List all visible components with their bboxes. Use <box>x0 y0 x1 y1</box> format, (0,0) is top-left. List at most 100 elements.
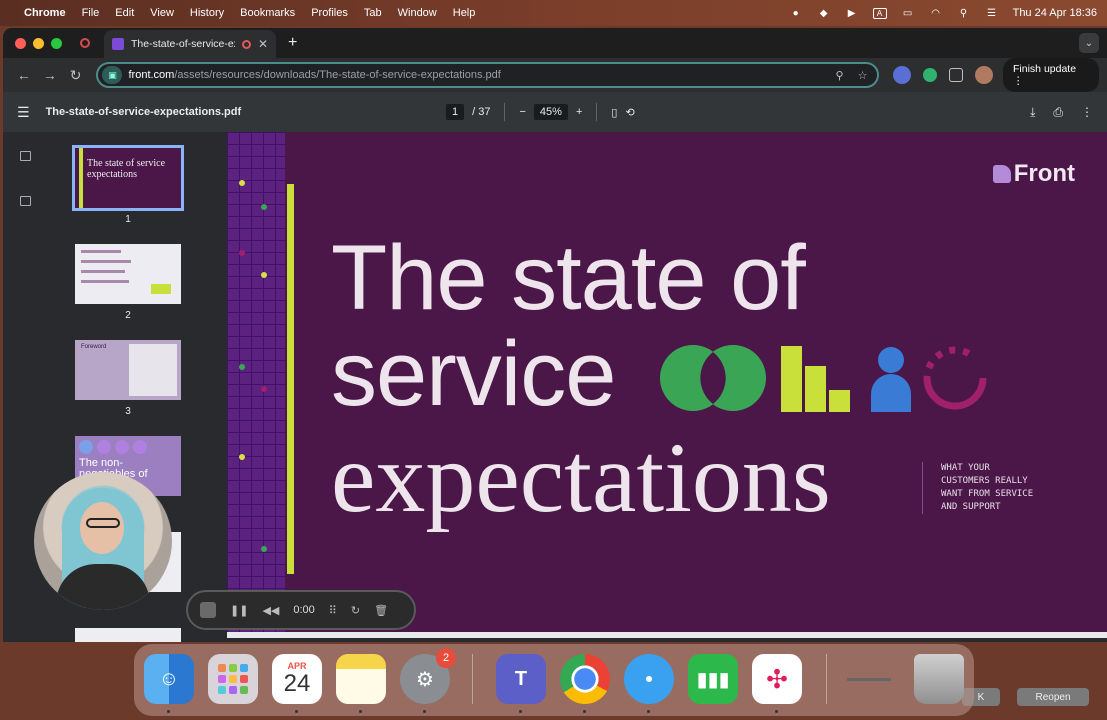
calendar-icon[interactable]: APR 24 <box>272 654 322 704</box>
safari-icon[interactable] <box>624 654 674 704</box>
finish-update-button[interactable]: Finish update ⋮ <box>1003 58 1099 92</box>
trash-icon[interactable] <box>914 654 964 704</box>
back-button[interactable]: ← <box>11 67 37 83</box>
tab-pdf[interactable]: The-state-of-service-exp ✕ <box>104 30 276 58</box>
menu-profiles[interactable]: Profiles <box>311 7 348 19</box>
dock-running-indicator <box>295 710 298 713</box>
download-icon[interactable]: ⤓ <box>1030 105 1035 120</box>
grammarly-extension-icon[interactable] <box>923 68 938 82</box>
wifi-icon[interactable]: ◠ <box>929 8 943 19</box>
bar-shape <box>829 390 850 412</box>
forward-button[interactable]: → <box>37 67 63 83</box>
input-source-icon[interactable]: A <box>872 7 887 19</box>
reopen-button[interactable]: Reopen <box>1017 688 1089 706</box>
menu-tab[interactable]: Tab <box>364 7 382 19</box>
rewind-icon[interactable]: ◀◀ <box>262 604 279 617</box>
control-center-icon[interactable]: ☰ <box>985 8 999 19</box>
numbers-icon[interactable]: ▮▮▮ <box>688 654 738 704</box>
address-bar[interactable]: ▣ front.com/assets/resources/downloads/T… <box>96 62 880 88</box>
teams-icon[interactable]: T <box>496 654 546 704</box>
menu-bookmarks[interactable]: Bookmarks <box>240 7 295 19</box>
window-controls <box>15 37 62 49</box>
bar-shape <box>805 366 826 412</box>
tagline-line: WANT FROM SERVICE <box>941 489 1034 499</box>
page-number-input[interactable]: 1 <box>446 104 465 120</box>
webcam-overlay[interactable] <box>34 472 172 610</box>
extension-icon[interactable] <box>893 66 912 84</box>
delete-icon[interactable]: 🗑 <box>374 604 388 617</box>
close-tab-icon[interactable]: ✕ <box>258 37 268 51</box>
menu-help[interactable]: Help <box>453 7 476 19</box>
spotlight-search-icon[interactable]: ⚲ <box>957 8 971 19</box>
webcam-glasses <box>86 518 120 528</box>
extensions-puzzle-icon[interactable] <box>949 68 964 82</box>
drag-handle-icon[interactable]: ⠿ <box>329 604 337 617</box>
thumbnail-page-3[interactable]: Foreword 3 <box>75 340 181 417</box>
horizontal-scrollbar[interactable] <box>227 632 1107 638</box>
toolbar-divider <box>504 103 506 121</box>
menu-app-chrome[interactable]: Chrome <box>24 7 66 19</box>
zoom-window-button[interactable] <box>51 37 62 49</box>
zoom-level-input[interactable]: 45% <box>533 104 568 120</box>
menu-hamburger-icon[interactable]: ☰ <box>17 104 30 121</box>
fit-page-icon[interactable]: ▯ <box>611 106 617 119</box>
reload-button[interactable]: ↻ <box>63 67 89 84</box>
thumbnail-page-2[interactable]: 2 <box>75 244 181 321</box>
new-tab-button[interactable]: + <box>288 34 297 52</box>
thumbnail-page-1[interactable]: The state of service expectations 1 <box>72 145 184 225</box>
zoom-in-button[interactable]: + <box>576 106 582 118</box>
url-host: front.com <box>128 69 175 81</box>
system-settings-icon[interactable]: ⚙ 2 <box>400 648 456 704</box>
play-circle-icon[interactable]: ▶ <box>845 8 859 19</box>
zoom-out-button[interactable]: − <box>519 106 525 118</box>
tagline-line: WHAT YOUR <box>941 463 990 473</box>
chrome-icon[interactable] <box>560 654 610 704</box>
slide-title-line-3: expectations <box>331 422 831 533</box>
thumbnails-view-icon[interactable] <box>20 151 31 161</box>
more-options-icon[interactable]: ⋮ <box>1081 105 1093 120</box>
profile-avatar[interactable] <box>975 66 994 84</box>
battery-icon[interactable]: ▭ <box>901 8 915 19</box>
launchpad-icon[interactable] <box>208 654 258 704</box>
slide-dot <box>239 180 245 186</box>
thumbnail-number: 2 <box>125 310 131 321</box>
minimize-window-button[interactable] <box>33 37 44 49</box>
stop-recording-button[interactable] <box>200 602 216 618</box>
front-logo-text: Front <box>1013 160 1075 187</box>
page-total: / 37 <box>472 106 491 118</box>
thumbnail-number: 3 <box>125 406 131 417</box>
bookmark-star-icon[interactable]: ☆ <box>858 69 868 82</box>
menu-clock[interactable]: Thu 24 Apr 18:36 <box>1013 7 1097 19</box>
slide-dot <box>261 386 267 392</box>
finder-icon[interactable]: ☺ <box>144 654 194 704</box>
menu-history[interactable]: History <box>190 7 224 19</box>
zoom-search-icon[interactable]: ⚲ <box>836 69 844 82</box>
menu-window[interactable]: Window <box>398 7 437 19</box>
site-info-icon[interactable]: ▣ <box>102 66 123 84</box>
tab-search-button[interactable]: ⌄ <box>1079 33 1099 53</box>
print-icon[interactable]: ⎙ <box>1053 105 1063 120</box>
slide-dot <box>261 204 267 210</box>
microphone-icon[interactable]: ● <box>789 8 803 19</box>
browser-toolbar: ← → ↻ ▣ front.com/assets/resources/downl… <box>3 58 1107 92</box>
close-window-button[interactable] <box>15 37 26 49</box>
notes-icon[interactable] <box>336 654 386 704</box>
person-body-shape <box>871 374 911 412</box>
menu-file[interactable]: File <box>82 7 100 19</box>
thumbnail-page-6[interactable] <box>75 628 181 642</box>
menu-view[interactable]: View <box>150 7 174 19</box>
outline-view-icon[interactable] <box>20 196 31 206</box>
tab-recording-icon <box>241 39 251 49</box>
dock-running-indicator <box>423 710 426 713</box>
minimized-chrome-window[interactable] <box>844 654 894 704</box>
calendar-day: 24 <box>283 670 311 697</box>
menu-edit[interactable]: Edit <box>115 7 134 19</box>
pause-icon[interactable]: ❚❚ <box>230 604 248 617</box>
dock: ☺ APR 24 ⚙ 2 T ▮▮▮ ✣ <box>134 644 974 716</box>
slack-icon[interactable]: ✣ <box>752 654 802 704</box>
front-logo: Front <box>992 160 1075 188</box>
rotate-icon[interactable]: ⟲ <box>625 106 634 119</box>
restart-icon[interactable]: ↻ <box>351 604 360 617</box>
dock-running-indicator <box>167 710 170 713</box>
extension-status-icon[interactable]: ◆ <box>817 8 831 19</box>
